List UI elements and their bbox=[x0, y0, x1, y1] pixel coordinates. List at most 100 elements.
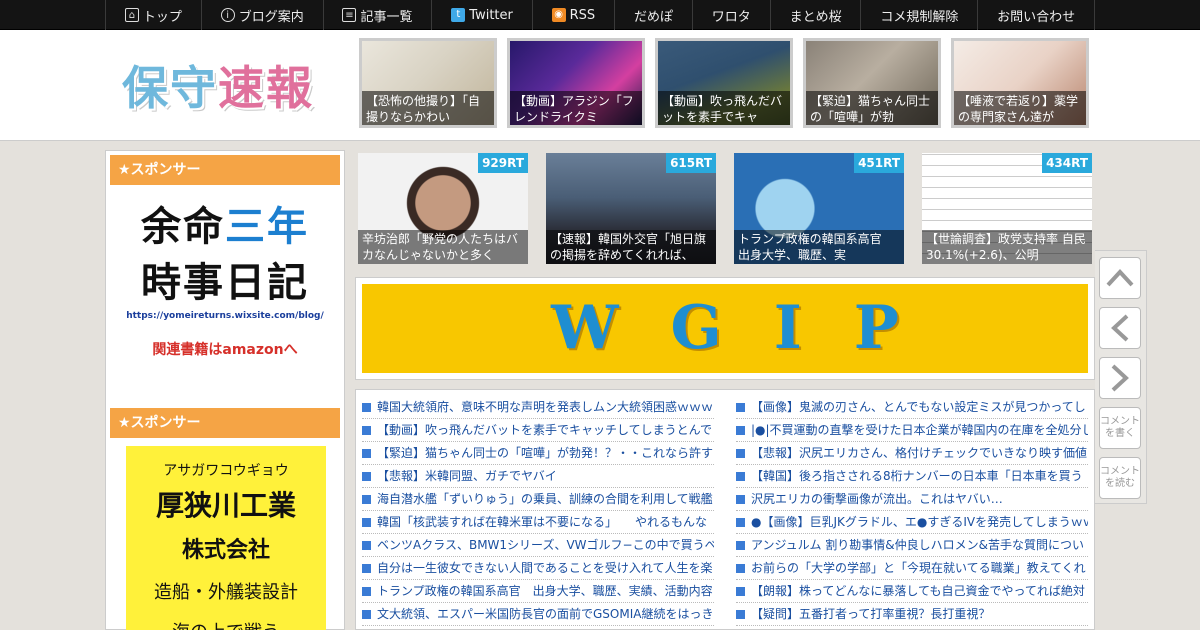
news-title: 【悲報】沢尻エリカさん、格付けチェックでいきなり映す価値 bbox=[751, 446, 1088, 460]
news-item[interactable]: 沢尻エリカの衝撃画像が流出。これはヤバい… bbox=[736, 488, 1088, 511]
news-item[interactable]: トランプ政権の韓国系高官 出身大学、職歴、実績、活動内容 bbox=[362, 580, 714, 603]
bullet-icon bbox=[362, 495, 371, 504]
news-item[interactable]: 海自潜水艦「ずいりゅう」の乗員、訓練の合間を利用して戦艦 bbox=[362, 488, 714, 511]
news-item[interactable]: 【疑問】五番打者って打率重視？長打重視？ bbox=[736, 603, 1088, 626]
nav-label: ワロタ bbox=[711, 9, 751, 25]
news-column-left: 韓国大統領府、意味不明な声明を発表しムン大統領困惑ｗｗｗ 【動画】吹っ飛んだバット… bbox=[362, 396, 714, 626]
write-comment-button[interactable]: コメントを書く bbox=[1099, 407, 1141, 449]
news-item[interactable]: お前らの「大学の学部」と「今現在就いてる職業」教えてくれ bbox=[736, 557, 1088, 580]
retweet-count: 451RT bbox=[854, 153, 904, 173]
chevron-up-icon bbox=[1106, 269, 1134, 287]
bullet-icon bbox=[362, 426, 371, 435]
nav-label: RSS bbox=[569, 7, 596, 23]
news-item[interactable]: 【動画】吹っ飛んだバットを素手でキャッチしてしまうとんで bbox=[362, 419, 714, 442]
bullet-icon bbox=[362, 449, 371, 458]
nav-label: だめぽ bbox=[633, 9, 673, 25]
nav-item-warota[interactable]: ワロタ bbox=[691, 0, 770, 30]
news-title: 海自潜水艦「ずいりゅう」の乗員、訓練の合間を利用して戦艦 bbox=[377, 492, 713, 506]
previous-article-button[interactable] bbox=[1099, 307, 1141, 349]
news-title: ベンツAクラス、BMW1シリーズ、VWゴルフ−この中で買うべ bbox=[377, 538, 714, 552]
wgip-banner[interactable]: WGIP bbox=[355, 277, 1095, 380]
news-item[interactable]: 【緊迫】猫ちゃん同士の「喧嘩」が勃発！？・・これなら許す bbox=[362, 442, 714, 465]
ad-extra: 海の上で戦う bbox=[126, 618, 326, 630]
info-icon: i bbox=[220, 8, 235, 22]
site-logo[interactable]: 保守速報 bbox=[122, 52, 314, 118]
bullet-icon bbox=[736, 587, 745, 596]
sponsor-ad-asagawa[interactable]: アサガワコウギョウ 厚狭川工業 株式会社 造船・外艤装設計 海の上で戦う bbox=[126, 446, 326, 630]
nav-item-comment-unblock[interactable]: コメ規制解除 bbox=[860, 0, 977, 30]
nav-label: まとめ桜 bbox=[789, 9, 842, 25]
news-item[interactable]: 自分は一生彼女できない人間であることを受け入れて人生を楽 bbox=[362, 557, 714, 580]
nav-item-rss[interactable]: ◉ RSS bbox=[531, 0, 614, 30]
nav-item-top[interactable]: ⌂ トップ bbox=[105, 0, 201, 30]
news-title: 【疑問】五番打者って打率重視？長打重視？ bbox=[751, 607, 991, 621]
read-comment-button[interactable]: コメントを読む bbox=[1099, 457, 1141, 499]
bullet-icon bbox=[362, 518, 371, 527]
header-thumb[interactable]: 【動画】吹っ飛んだバットを素手でキャ bbox=[655, 38, 793, 128]
news-column-right: 【画像】鬼滅の刃さん、とんでもない設定ミスが見つかってし |●|不買運動の直撃を受… bbox=[736, 396, 1088, 626]
header-thumb[interactable]: 【動画】アラジン「フレンドライクミ bbox=[507, 38, 645, 128]
popular-article[interactable]: 929RT 辛坊治郎「野党の人たちはバカなんじゃないかと多く bbox=[358, 153, 528, 264]
nav-item-contact[interactable]: お問い合わせ bbox=[977, 0, 1096, 30]
thumb-caption: 【唾液で若返り】薬学の専門家さん達が bbox=[954, 91, 1086, 125]
rss-icon: ◉ bbox=[551, 8, 566, 22]
news-item[interactable]: 【画像】鬼滅の刃さん、とんでもない設定ミスが見つかってし bbox=[736, 396, 1088, 419]
logo-part2: 速報 bbox=[218, 61, 314, 115]
nav-item-blog-info[interactable]: i ブログ案内 bbox=[200, 0, 323, 30]
news-title: |●|不買運動の直撃を受けた日本企業が韓国内の在庫を全処分し bbox=[751, 423, 1088, 437]
news-item[interactable]: |●|不買運動の直撃を受けた日本企業が韓国内の在庫を全処分し bbox=[736, 419, 1088, 442]
scroll-top-button[interactable] bbox=[1099, 257, 1141, 299]
nav-item-damepo[interactable]: だめぽ bbox=[614, 0, 692, 30]
news-title: 韓国「核武装すれば在韓米軍は不要になる」 やれるもんな bbox=[377, 515, 708, 529]
news-item[interactable]: 文大統領、エスパー米国防長官の面前でGSOMIA継続をはっき bbox=[362, 603, 714, 626]
bullet-icon bbox=[362, 610, 371, 619]
news-item[interactable]: 【悲報】米韓同盟、ガチでヤバイ bbox=[362, 465, 714, 488]
bullet-icon bbox=[736, 403, 745, 412]
news-title: 自分は一生彼女できない人間であることを受け入れて人生を楽 bbox=[377, 561, 713, 575]
nav-item-matome-sakura[interactable]: まとめ桜 bbox=[769, 0, 861, 30]
nav-item-twitter[interactable]: t Twitter bbox=[431, 0, 531, 30]
news-item[interactable]: 【朗報】株ってどんなに暴落しても自己資金でやってれば絶対 bbox=[736, 580, 1088, 603]
bullet-icon bbox=[362, 472, 371, 481]
news-item[interactable]: 【韓国】後ろ指さされる8桁ナンバーの日本車「日本車を買う bbox=[736, 465, 1088, 488]
next-article-button[interactable] bbox=[1099, 357, 1141, 399]
news-title: 【朗報】株ってどんなに暴落しても自己資金でやってれば絶対 bbox=[751, 584, 1085, 598]
ad-service: 造船・外艤装設計 bbox=[154, 582, 298, 603]
twitter-icon: t bbox=[451, 8, 466, 22]
bullet-icon bbox=[736, 472, 745, 481]
news-item[interactable]: 【悲報】沢尻エリカさん、格付けチェックでいきなり映す価値 bbox=[736, 442, 1088, 465]
news-item[interactable]: ベンツAクラス、BMW1シリーズ、VWゴルフ−この中で買うべ bbox=[362, 534, 714, 557]
bullet-icon bbox=[362, 564, 371, 573]
list-icon: ≡ bbox=[342, 8, 357, 22]
popular-article[interactable]: 615RT 【速報】韓国外交官「旭日旗の掲揚を辞めてくれれば、 bbox=[546, 153, 716, 264]
sponsor-heading: ★スポンサー bbox=[110, 408, 340, 438]
header-thumb[interactable]: 【恐怖の他撮り】「自撮りならかわい bbox=[359, 38, 497, 128]
news-title: 沢尻エリカの衝撃画像が流出。これはヤバい… bbox=[751, 492, 1003, 506]
chevron-left-icon bbox=[1111, 314, 1129, 342]
nav-label: トップ bbox=[142, 9, 182, 25]
article-caption: トランプ政権の韓国系高官 出身大学、職歴、実 bbox=[734, 230, 904, 264]
header-thumb[interactable]: 【緊迫】猫ちゃん同士の「喧嘩」が勃 bbox=[803, 38, 941, 128]
article-caption: 【世論調査】政党支持率 自民30.1%(+2.6)、公明 bbox=[922, 230, 1092, 264]
header-thumb[interactable]: 【唾液で若返り】薬学の専門家さん達が bbox=[951, 38, 1089, 128]
ad-text-blue: 三年 bbox=[225, 204, 309, 250]
news-item[interactable]: 韓国「核武装すれば在韓米軍は不要になる」 やれるもんな bbox=[362, 511, 714, 534]
news-title: 韓国大統領府、意味不明な声明を発表しムン大統領困惑ｗｗｗ bbox=[377, 400, 714, 414]
news-item[interactable]: 韓国大統領府、意味不明な声明を発表しムン大統領困惑ｗｗｗ bbox=[362, 396, 714, 419]
ad-amazon-link[interactable]: 関連書籍はamazonへ bbox=[110, 339, 340, 359]
bullet-icon bbox=[736, 426, 745, 435]
nav-label: Twitter bbox=[469, 7, 513, 23]
sponsor-heading: ★スポンサー bbox=[110, 155, 340, 185]
nav-item-article-list[interactable]: ≡ 記事一覧 bbox=[322, 0, 432, 30]
banner-text: WGIP bbox=[362, 284, 1088, 373]
news-item[interactable]: ●【画像】巨乳JKグラドル、エ●すぎるIVを発売してしまうｗｗ bbox=[736, 511, 1088, 534]
top-navigation-bar: ⌂ トップ i ブログ案内 ≡ 記事一覧 t Twitter ◉ RSS だめぽ ワロタ … bbox=[0, 0, 1200, 30]
news-title: 【悲報】米韓同盟、ガチでヤバイ bbox=[377, 469, 557, 483]
news-title: 【緊迫】猫ちゃん同士の「喧嘩」が勃発！？・・これなら許す bbox=[377, 446, 714, 460]
sponsor-ad-yomei[interactable]: 余命三年 時事日記 https://yomeireturns.wixsite.c… bbox=[110, 195, 340, 385]
popular-article[interactable]: 434RT 【世論調査】政党支持率 自民30.1%(+2.6)、公明 bbox=[922, 153, 1092, 264]
news-title: 【動画】吹っ飛んだバットを素手でキャッチしてしまうとんで bbox=[377, 423, 713, 437]
popular-article[interactable]: 451RT トランプ政権の韓国系高官 出身大学、職歴、実 bbox=[734, 153, 904, 264]
news-item[interactable]: アンジュルム 割り勘事情&仲良しハロメン&苦手な質問につい bbox=[736, 534, 1088, 557]
article-caption: 辛坊治郎「野党の人たちはバカなんじゃないかと多く bbox=[358, 230, 528, 264]
